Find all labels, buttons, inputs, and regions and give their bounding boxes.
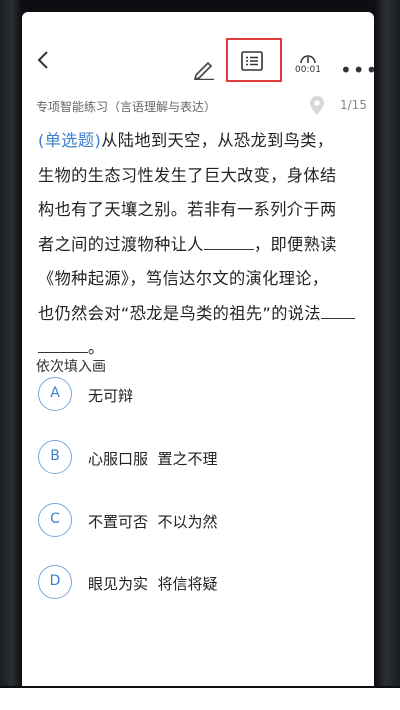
option-b[interactable]: B 心服口服 置之不理 <box>38 440 338 480</box>
question-line: 者之间的过渡物种让人 <box>38 234 204 254</box>
section-title: 专项智能练习（言语理解与表达） <box>36 100 217 114</box>
blank-2a <box>320 301 355 319</box>
frame-right-edge <box>374 0 400 710</box>
option-text: 不置可否 不以为然 <box>88 513 218 531</box>
question-line: 《物种起源》，笃信达尔文的演化理论， <box>38 269 329 288</box>
question-line: 从陆地到天空，从恐龙到鸟类， <box>101 131 334 150</box>
option-text: 无可辩 <box>88 387 134 405</box>
timer-value: 00:01 <box>295 65 321 75</box>
question-line: ，即便熟读 <box>253 234 337 254</box>
option-letter: D <box>38 565 72 599</box>
option-letter: C <box>38 503 72 537</box>
question-line: 。 <box>88 338 105 357</box>
app-screen: 00:01 ••• 专项智能练习（言语理解与表达） 1/15 (单选题)从陆地到… <box>22 12 374 686</box>
fill-prompt: 依次填入画 <box>36 359 106 375</box>
pencil-icon[interactable] <box>192 58 216 84</box>
more-icon[interactable]: ••• <box>340 58 374 82</box>
timer[interactable]: 00:01 <box>292 50 324 80</box>
option-a[interactable]: A 无可辩 <box>38 377 338 417</box>
option-d[interactable]: D 眼见为实 将信将疑 <box>38 565 338 605</box>
question-text: (单选题)从陆地到天空，从恐龙到鸟类， 生物的生态习性发生了巨大改变，身体结 构… <box>38 124 366 366</box>
blank-2b <box>38 336 88 353</box>
question-line: 也仍然会对“恐龙是鸟类的祖先”的说法 <box>38 303 321 323</box>
question-line: 生物的生态习性发生了巨大改变，身体结 <box>38 165 337 185</box>
location-pin-icon[interactable] <box>308 96 326 120</box>
section-bar: 专项智能练习（言语理解与表达） 1/15 <box>22 92 374 120</box>
blank-1 <box>203 232 254 250</box>
option-c[interactable]: C 不置可否 不以为然 <box>38 503 338 543</box>
option-letter: B <box>38 440 72 474</box>
option-letter: A <box>38 377 72 411</box>
answer-sheet-icon[interactable] <box>240 50 264 76</box>
clock-icon <box>300 55 316 64</box>
back-icon[interactable] <box>36 50 56 70</box>
option-text: 心服口服 置之不理 <box>88 450 218 468</box>
option-text: 眼见为实 将信将疑 <box>88 575 218 593</box>
question-line: 构也有了天壤之别。若非有一系列介于两 <box>38 200 337 219</box>
question-type-label: (单选题) <box>38 131 102 150</box>
page-bottom <box>0 688 400 710</box>
frame-left-edge <box>0 0 22 710</box>
question-progress: 1/15 <box>340 98 367 112</box>
toolbar: 00:01 ••• <box>22 12 374 86</box>
